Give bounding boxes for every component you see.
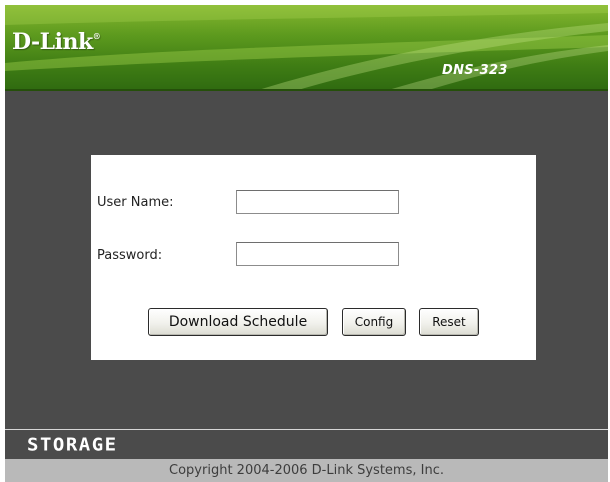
header-divider (5, 89, 608, 91)
username-input[interactable] (236, 190, 399, 214)
app-frame: D-Link® DNS-323 User Name: Password: Dow… (5, 5, 608, 482)
config-button[interactable]: Config (342, 308, 406, 336)
download-schedule-button[interactable]: Download Schedule (148, 308, 328, 336)
storage-brand: STORAGE (27, 434, 118, 456)
reset-button[interactable]: Reset (419, 308, 479, 336)
password-input[interactable] (236, 242, 399, 266)
login-panel: User Name: Password: Download Schedule C… (91, 155, 536, 360)
dlink-logo: D-Link® (12, 29, 101, 55)
username-label: User Name: (97, 195, 174, 210)
logo-text: D-Link (12, 29, 93, 55)
password-label: Password: (97, 248, 163, 263)
logo-trademark: ® (92, 31, 101, 41)
copyright-bar: Copyright 2004-2006 D-Link Systems, Inc. (5, 459, 608, 482)
copyright-text: Copyright 2004-2006 D-Link Systems, Inc. (169, 463, 444, 478)
model-name: DNS-323 (442, 63, 508, 78)
header-banner: D-Link® DNS-323 (5, 5, 608, 91)
